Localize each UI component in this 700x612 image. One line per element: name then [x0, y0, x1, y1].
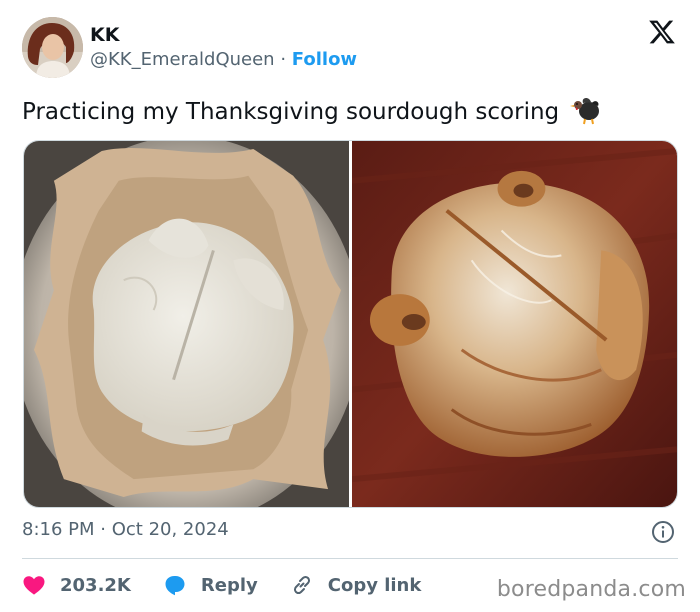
like-button[interactable]: 203.2K [22, 573, 131, 597]
post-time: 8:16 PM [22, 519, 95, 540]
photo-unbaked-dough[interactable] [24, 141, 349, 507]
like-count: 203.2K [60, 574, 131, 596]
reply-button[interactable]: Reply [163, 573, 258, 597]
tweet-text: Practicing my Thanksgiving sourdough sco… [22, 93, 601, 125]
handle-separator: · [280, 49, 287, 70]
baked-bread-photo [352, 141, 677, 507]
unbaked-dough-photo [24, 141, 349, 507]
author-handle-row: @KK_EmeraldQueen · Follow [90, 49, 357, 70]
heart-icon [23, 576, 45, 595]
reply-label: Reply [200, 574, 258, 596]
author-name[interactable]: KK [90, 24, 119, 46]
post-date: Oct 20, 2024 [111, 519, 229, 540]
follow-button[interactable]: Follow [292, 49, 357, 70]
copy-link-label: Copy link [327, 574, 422, 596]
watermark: boredpanda.com [496, 577, 686, 602]
photo-baked-bread[interactable] [352, 141, 677, 507]
post-timestamp[interactable]: 8:16 PM · Oct 20, 2024 [22, 519, 229, 540]
reply-bubble-icon [165, 576, 185, 596]
avatar-image [22, 17, 83, 78]
turkey-icon [569, 93, 601, 125]
info-icon[interactable] [651, 520, 675, 544]
media-grid [23, 140, 678, 508]
divider [22, 558, 678, 559]
author-avatar[interactable] [22, 17, 83, 78]
author-handle[interactable]: @KK_EmeraldQueen [90, 49, 275, 70]
copy-link-button[interactable]: Copy link [290, 573, 422, 597]
date-separator: · [100, 519, 106, 540]
action-bar: 203.2K Reply Copy link [22, 572, 421, 598]
link-icon [293, 575, 310, 595]
tweet-body: Practicing my Thanksgiving sourdough sco… [22, 99, 560, 125]
x-logo-icon[interactable] [648, 18, 676, 46]
